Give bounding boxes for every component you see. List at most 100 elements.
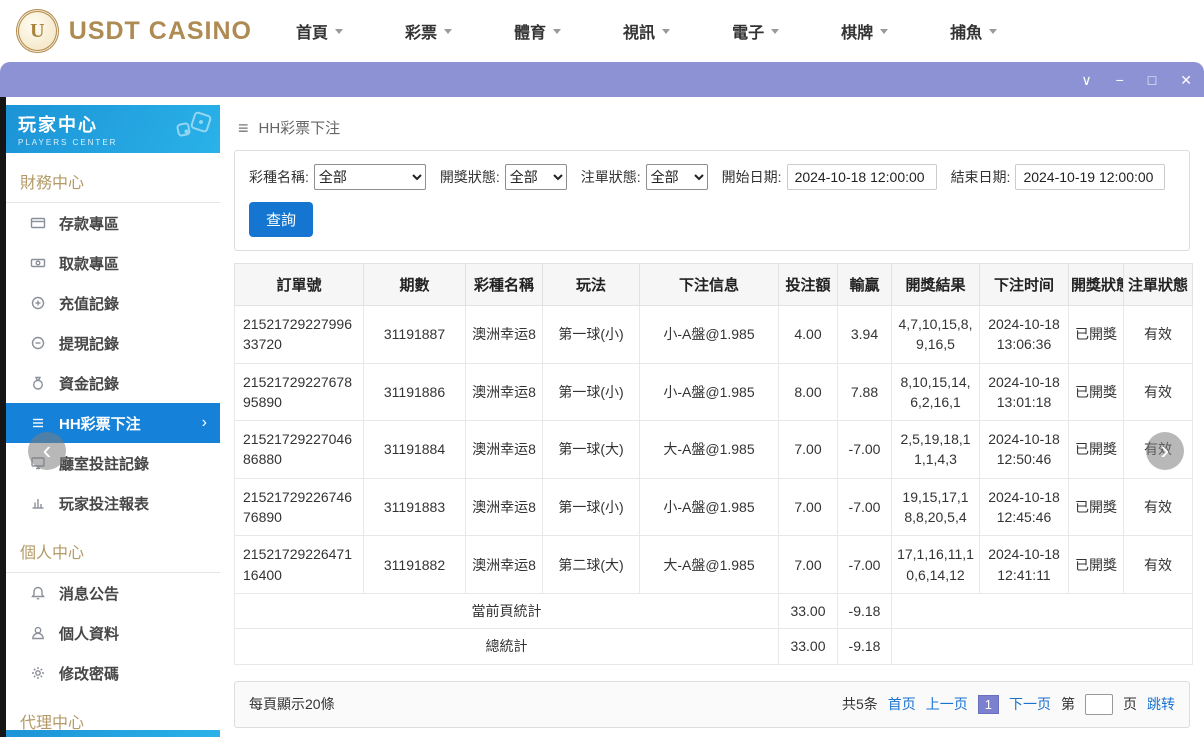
cell-draw-status: 已開獎 [1068,305,1124,364]
sidebar-item-profile[interactable]: 個人資料 [6,613,220,653]
page-total-row: 當前頁統計 33.00 -9.18 [234,592,1193,630]
nav-item-lottery[interactable]: 彩票 [405,19,453,43]
bell-icon [31,586,45,600]
nav-item-label: 彩票 [405,25,438,42]
cell-draw-status: 已開獎 [1068,362,1124,422]
cell-order-status: 有效 [1123,535,1193,594]
main-nav: 首頁 彩票 體育 視訊 電子 棋牌 捕魚 [296,19,998,43]
cell-order-no: 2152172922674676890 [234,477,364,537]
sidebar-item-label: 廳室投註記錄 [59,455,150,473]
draw-status-select[interactable]: 全部 [504,164,567,190]
nav-item-slots[interactable]: 電子 [732,19,780,43]
prev-page-link[interactable]: 上一页 [926,694,968,714]
cell-lottery: 澳洲幸运8 [465,420,543,479]
bar-chart-icon [32,499,44,509]
sidebar-item-label: HH彩票下注 [59,415,141,433]
filter-start-date: 開始日期: [722,164,937,190]
nav-item-cards[interactable]: 棋牌 [841,19,889,43]
sidebar-item-label: 提現記錄 [59,335,120,353]
carousel-right-button[interactable]: › [1146,432,1184,470]
end-date-input[interactable] [1015,164,1166,190]
grand-total-win: -9.18 [837,628,892,665]
search-button[interactable]: 查詢 [249,202,314,237]
cell-result: 8,10,15,14,6,2,16,1 [891,362,980,422]
sidebar-item-fund-records[interactable]: 資金記錄 [6,363,220,403]
sidebar-item-recharge-records[interactable]: 充值記錄 [6,283,220,323]
cell-win: -7.00 [837,535,892,594]
nav-item-live[interactable]: 視訊 [623,19,671,43]
cell-win: 3.94 [837,305,892,364]
cell-play: 第一球(小) [542,362,640,422]
cell-win: -7.00 [837,477,892,537]
close-icon[interactable]: ✕ [1180,73,1192,87]
cell-lottery: 澳洲幸运8 [465,362,543,422]
page-total-amount: 33.00 [778,592,838,630]
maximize-icon[interactable]: □ [1148,73,1156,87]
nav-item-label: 首頁 [296,25,329,42]
sidebar-item-announcements[interactable]: 消息公告 [6,573,220,613]
nav-item-label: 視訊 [623,25,656,42]
section-personal-center: 個人中心 [6,523,220,573]
table-row: 2152172922767895890 31191886 澳洲幸运8 第一球(小… [234,362,1193,422]
cell-draw-status: 已開獎 [1068,535,1124,594]
col-header-amount: 投注額 [778,263,838,306]
sidebar-item-player-bet-report[interactable]: 玩家投注報表 [6,483,220,523]
sidebar-item-withdrawal-records[interactable]: 提現記錄 [6,323,220,363]
cell-amount: 4.00 [778,305,838,364]
credit-card-icon [30,217,46,229]
filter-order-status: 注單狀態: 全部 [581,164,708,190]
sidebar-item-change-password[interactable]: 修改密碼 [6,653,220,693]
cell-order-no: 2152172922647116400 [234,535,364,594]
app-window: U USDT CASINO 首頁 彩票 體育 視訊 電子 棋牌 捕魚 ∨ − □… [0,0,1204,737]
cell-order-no: 2152172922767895890 [234,362,364,422]
cell-win: -7.00 [837,420,892,479]
order-status-label: 注單狀態: [580,169,641,185]
chevron-down-icon [989,28,998,34]
window-controls: ∨ − □ ✕ [1081,62,1192,97]
page-size-info: 每頁顯示20條 [249,696,335,713]
order-status-select[interactable]: 全部 [645,164,708,190]
cell-period: 31191886 [363,362,466,422]
cell-play: 第一球(小) [542,477,640,537]
menu-toggle-icon[interactable]: ≡ [238,119,249,137]
collapse-icon[interactable]: ∨ [1081,73,1091,87]
modal-titlebar: ∨ − □ ✕ [0,62,1204,97]
cell-amount: 8.00 [778,362,838,422]
chevron-down-icon [771,28,780,34]
col-header-order-status: 注單狀態 [1123,263,1193,306]
player-center-subtitle: PLAYERS CENTER [18,138,118,147]
chevron-left-icon: ‹ [42,434,52,465]
draw-status-label: 開獎狀態: [439,169,500,185]
cell-result: 4,7,10,15,8,9,16,5 [891,305,980,364]
nav-item-fishing[interactable]: 捕魚 [950,19,998,43]
cell-result: 19,15,17,18,8,20,5,4 [891,477,980,537]
start-date-input[interactable] [786,164,937,190]
cell-play: 第二球(大) [542,535,640,594]
brand-logo[interactable]: U USDT CASINO [0,9,252,53]
nav-item-label: 體育 [514,25,547,42]
page-title: HH彩票下注 [258,120,341,137]
pagination-bar: 每頁顯示20條 共5条 首页 上一页 1 下一页 第 页 跳转 [234,680,1190,728]
jump-button[interactable]: 跳转 [1147,694,1175,714]
carousel-left-button[interactable]: ‹ [28,432,66,470]
cell-win: 7.88 [837,362,892,422]
cell-period: 31191884 [363,420,466,479]
main-panel: ≡ HH彩票下注 彩種名稱: 全部 開獎狀態: 全部 注單狀態: 全部 開始日期… [220,97,1204,737]
bets-table: 訂單號 期數 彩種名稱 玩法 下注信息 投注額 輸贏 開獎結果 下注时间 開獎狀… [234,263,1193,665]
first-page-link[interactable]: 首页 [888,694,916,714]
col-header-bet-info: 下注信息 [639,263,779,306]
brand-name: USDT CASINO [68,16,252,45]
sidebar-item-withdraw[interactable]: 取款專區 [6,243,220,283]
current-page-indicator[interactable]: 1 [977,694,999,714]
next-page-link[interactable]: 下一页 [1009,694,1051,714]
sidebar-item-deposit[interactable]: 存款專區 [6,203,220,243]
nav-item-home[interactable]: 首頁 [296,19,344,43]
chevron-down-icon [553,28,562,34]
nav-item-sports[interactable]: 體育 [514,19,562,43]
cell-result: 2,5,19,18,11,1,4,3 [891,420,980,479]
gear-icon [32,667,44,679]
jump-page-input[interactable] [1085,693,1113,715]
minimize-icon[interactable]: − [1116,73,1124,87]
cell-order-status: 有效 [1123,477,1193,537]
lottery-name-select[interactable]: 全部 [313,164,426,190]
